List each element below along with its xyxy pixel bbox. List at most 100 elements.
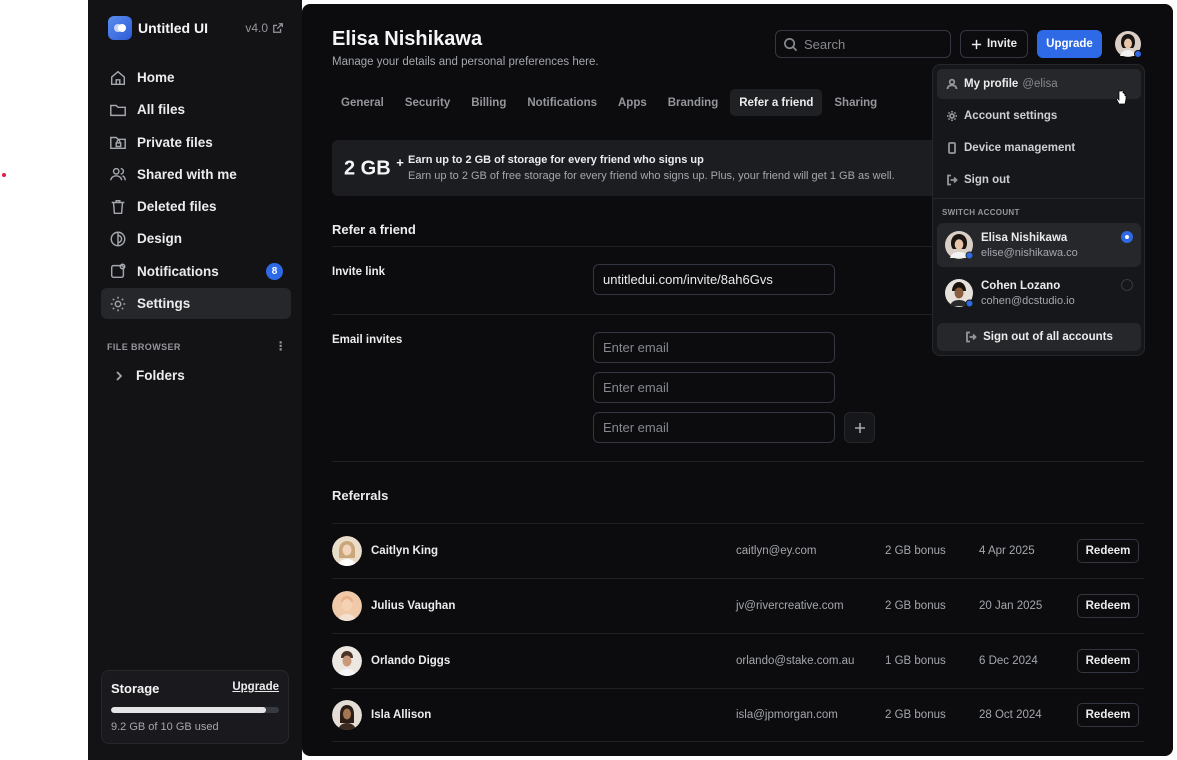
sidebar: Untitled UI v4.0 Home All files Private … [88, 0, 302, 760]
home-icon [110, 70, 126, 85]
file-browser-header: FILE BROWSER ⋮ [107, 340, 287, 352]
brand-logo-icon [108, 16, 132, 40]
device-management-label: Device management [964, 142, 1076, 154]
red-marker-dot [2, 173, 6, 177]
storage-usage-text: 9.2 GB of 10 GB used [111, 721, 219, 733]
sidebar-item-label: Home [137, 70, 175, 85]
account-radio[interactable] [1121, 279, 1133, 291]
menu-item-my-profile[interactable]: My profile @elisa [937, 69, 1141, 99]
sign-out-icon [947, 174, 958, 186]
account-name: Cohen Lozano [981, 279, 1061, 292]
account-radio-selected[interactable] [1121, 231, 1133, 243]
banner-value: 2 GB + [344, 155, 404, 180]
sign-out-all-button[interactable]: Sign out of all accounts [937, 323, 1141, 351]
banner-description: Earn up to 2 GB of free storage for ever… [408, 170, 895, 182]
phone-icon [948, 142, 956, 154]
account-option-cohen[interactable]: Cohen Lozano cohen@dcstudio.io [937, 271, 1141, 315]
user-icon [946, 78, 958, 90]
tab-general[interactable]: General [332, 89, 393, 116]
redeem-button[interactable]: Redeem [1077, 593, 1139, 618]
sidebar-item-notifications[interactable]: Notifications 8 [101, 256, 291, 287]
tab-sharing[interactable]: Sharing [825, 89, 886, 116]
add-email-button[interactable] [844, 412, 875, 443]
referral-date: 28 Oct 2024 [979, 709, 1042, 721]
avatar [332, 645, 362, 676]
avatar [945, 231, 974, 260]
sidebar-item-label: Design [137, 231, 183, 247]
menu-item-device-management[interactable]: Device management [937, 133, 1141, 163]
email-field[interactable]: Enter email [593, 412, 835, 443]
invite-link-field[interactable]: untitledui.com/invite/8ah6Gvs [593, 264, 835, 295]
sidebar-item-label: Settings [137, 296, 191, 312]
avatar [332, 700, 362, 730]
plus-icon [971, 39, 982, 49]
account-option-elisa[interactable]: Elisa Nishikawa elise@nishikawa.co [937, 223, 1141, 267]
tab-notifications[interactable]: Notifications [518, 89, 606, 116]
divider [933, 198, 1144, 199]
sidebar-item-all-files[interactable]: All files [101, 94, 291, 125]
storage-offer-banner: 2 GB + Earn up to 2 GB of storage for ev… [332, 140, 952, 196]
folders-tree-item[interactable]: Folders [112, 368, 185, 383]
tab-branding[interactable]: Branding [659, 89, 727, 116]
sign-out-all-label: Sign out of all accounts [983, 331, 1113, 343]
sidebar-item-shared[interactable]: Shared with me [101, 159, 291, 190]
refer-section-title: Refer a friend [332, 222, 416, 237]
email-field[interactable]: Enter email [593, 332, 835, 363]
referrals-title: Referrals [332, 488, 389, 503]
mouse-cursor-icon [1116, 90, 1127, 105]
referral-email: jv@rivercreative.com [736, 599, 844, 612]
referral-bonus: 1 GB bonus [885, 654, 946, 667]
upgrade-button[interactable]: Upgrade [1037, 30, 1102, 58]
more-vertical-icon[interactable]: ⋮ [275, 340, 287, 352]
redeem-button[interactable]: Redeem [1077, 703, 1139, 727]
account-settings-label: Account settings [964, 110, 1058, 122]
sidebar-item-settings[interactable]: Settings [101, 288, 291, 320]
tab-apps[interactable]: Apps [609, 89, 656, 116]
sidebar-item-label: Shared with me [137, 166, 237, 182]
invite-link-label: Invite link [332, 266, 386, 278]
user-avatar[interactable] [1114, 30, 1142, 58]
sidebar-item-private-files[interactable]: Private files [101, 127, 291, 158]
avatar [945, 279, 974, 308]
storage-card: Storage Upgrade 9.2 GB of 10 GB used [101, 670, 289, 744]
sign-out-icon [966, 331, 977, 343]
version-link[interactable]: v4.0 [245, 21, 284, 35]
divider [332, 461, 1144, 462]
folders-label: Folders [136, 368, 185, 383]
referral-name: Julius Vaughan [371, 599, 456, 612]
sidebar-item-deleted[interactable]: Deleted files [101, 191, 291, 222]
referral-email: caitlyn@ey.com [736, 544, 817, 557]
menu-item-sign-out[interactable]: Sign out [937, 165, 1141, 195]
referral-email: isla@jpmorgan.com [736, 709, 838, 721]
gear-icon [947, 111, 957, 121]
search-input[interactable]: Search [775, 30, 951, 58]
banner-title: Earn up to 2 GB of storage for every fri… [408, 154, 704, 166]
sidebar-item-home[interactable]: Home [101, 62, 291, 93]
redeem-button[interactable]: Redeem [1077, 538, 1139, 563]
sidebar-item-design[interactable]: Design [101, 223, 291, 254]
sidebar-item-label: Private files [137, 134, 213, 150]
table-row: Caitlyn King caitlyn@ey.com 2 GB bonus 4… [332, 523, 1144, 577]
brand[interactable]: Untitled UI v4.0 [108, 16, 284, 40]
storage-upgrade-link[interactable]: Upgrade [232, 681, 279, 696]
account-email: elise@nishikawa.co [981, 246, 1078, 259]
tab-refer-a-friend[interactable]: Refer a friend [730, 89, 823, 116]
design-icon [110, 231, 126, 247]
tab-billing[interactable]: Billing [462, 89, 515, 116]
bell-icon [110, 263, 126, 279]
invite-button[interactable]: Invite [960, 30, 1028, 58]
redeem-button[interactable]: Redeem [1077, 648, 1139, 673]
avatar [332, 590, 362, 621]
email-field[interactable]: Enter email [593, 372, 835, 403]
menu-item-account-settings[interactable]: Account settings [937, 101, 1141, 131]
avatar [332, 535, 362, 566]
profile-handle: @elisa [1022, 78, 1058, 90]
page-title: Elisa Nishikawa [332, 28, 483, 50]
tab-security[interactable]: Security [396, 89, 459, 116]
referral-bonus: 2 GB bonus [885, 544, 946, 557]
my-profile-label: My profile [964, 78, 1019, 90]
sidebar-item-label: All files [137, 102, 186, 118]
referral-date: 4 Apr 2025 [979, 544, 1035, 557]
search-placeholder: Search [804, 36, 846, 52]
storage-progress-fill [111, 707, 266, 713]
